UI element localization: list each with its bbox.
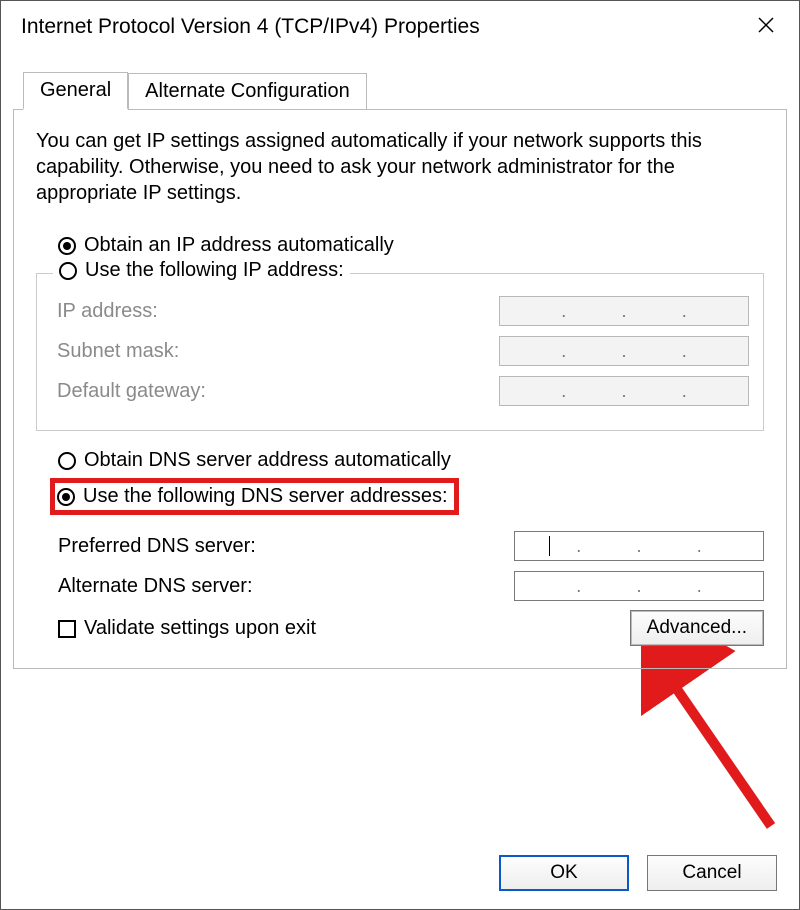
annotation-arrow-icon: [641, 646, 791, 846]
subnet-mask-label: Subnet mask:: [57, 340, 179, 363]
advanced-button[interactable]: Advanced...: [630, 610, 764, 646]
ip-address-input: . . .: [499, 296, 749, 326]
close-icon[interactable]: [749, 12, 783, 42]
radio-selected-icon: [58, 237, 76, 255]
radio-selected-icon[interactable]: [57, 488, 75, 506]
preferred-dns-label: Preferred DNS server:: [58, 535, 256, 558]
dns-section: Obtain DNS server address automatically …: [36, 449, 764, 601]
dialog-titlebar: Internet Protocol Version 4 (TCP/IPv4) P…: [1, 1, 799, 51]
radio-obtain-ip-auto[interactable]: Obtain an IP address automatically: [58, 234, 764, 257]
radio-unselected-icon[interactable]: [59, 262, 77, 280]
radio-label: Obtain DNS server address automatically: [84, 449, 451, 472]
radio-use-following-ip-label[interactable]: Use the following IP address:: [85, 259, 344, 282]
ip-fieldset: Use the following IP address: IP address…: [36, 273, 764, 431]
radio-use-following-dns-label[interactable]: Use the following DNS server addresses:: [83, 485, 448, 508]
validate-settings-label: Validate settings upon exit: [84, 617, 316, 640]
dialog-footer: OK Cancel: [499, 855, 777, 891]
default-gateway-label: Default gateway:: [57, 380, 206, 403]
ipv4-properties-dialog: Internet Protocol Version 4 (TCP/IPv4) P…: [0, 0, 800, 910]
tab-general[interactable]: General: [23, 72, 128, 110]
dialog-title: Internet Protocol Version 4 (TCP/IPv4) P…: [21, 15, 480, 39]
alternate-dns-input[interactable]: . . .: [514, 571, 764, 601]
subnet-mask-input: . . .: [499, 336, 749, 366]
alternate-dns-label: Alternate DNS server:: [58, 575, 253, 598]
ip-address-label: IP address:: [57, 300, 158, 323]
radio-unselected-icon: [58, 452, 76, 470]
cancel-button[interactable]: Cancel: [647, 855, 777, 891]
tab-panel-general: You can get IP settings assigned automat…: [13, 109, 787, 669]
ok-button[interactable]: OK: [499, 855, 629, 891]
tabstrip: General Alternate Configuration: [23, 71, 787, 109]
preferred-dns-input[interactable]: . . .: [514, 531, 764, 561]
default-gateway-input: . . .: [499, 376, 749, 406]
annotation-highlight-box: Use the following DNS server addresses:: [50, 478, 459, 515]
tab-alternate-configuration[interactable]: Alternate Configuration: [128, 73, 367, 110]
radio-label: Obtain an IP address automatically: [84, 234, 394, 257]
description-text: You can get IP settings assigned automat…: [36, 128, 764, 206]
checkbox-unchecked-icon: [58, 620, 76, 638]
radio-obtain-dns-auto[interactable]: Obtain DNS server address automatically: [58, 449, 764, 472]
